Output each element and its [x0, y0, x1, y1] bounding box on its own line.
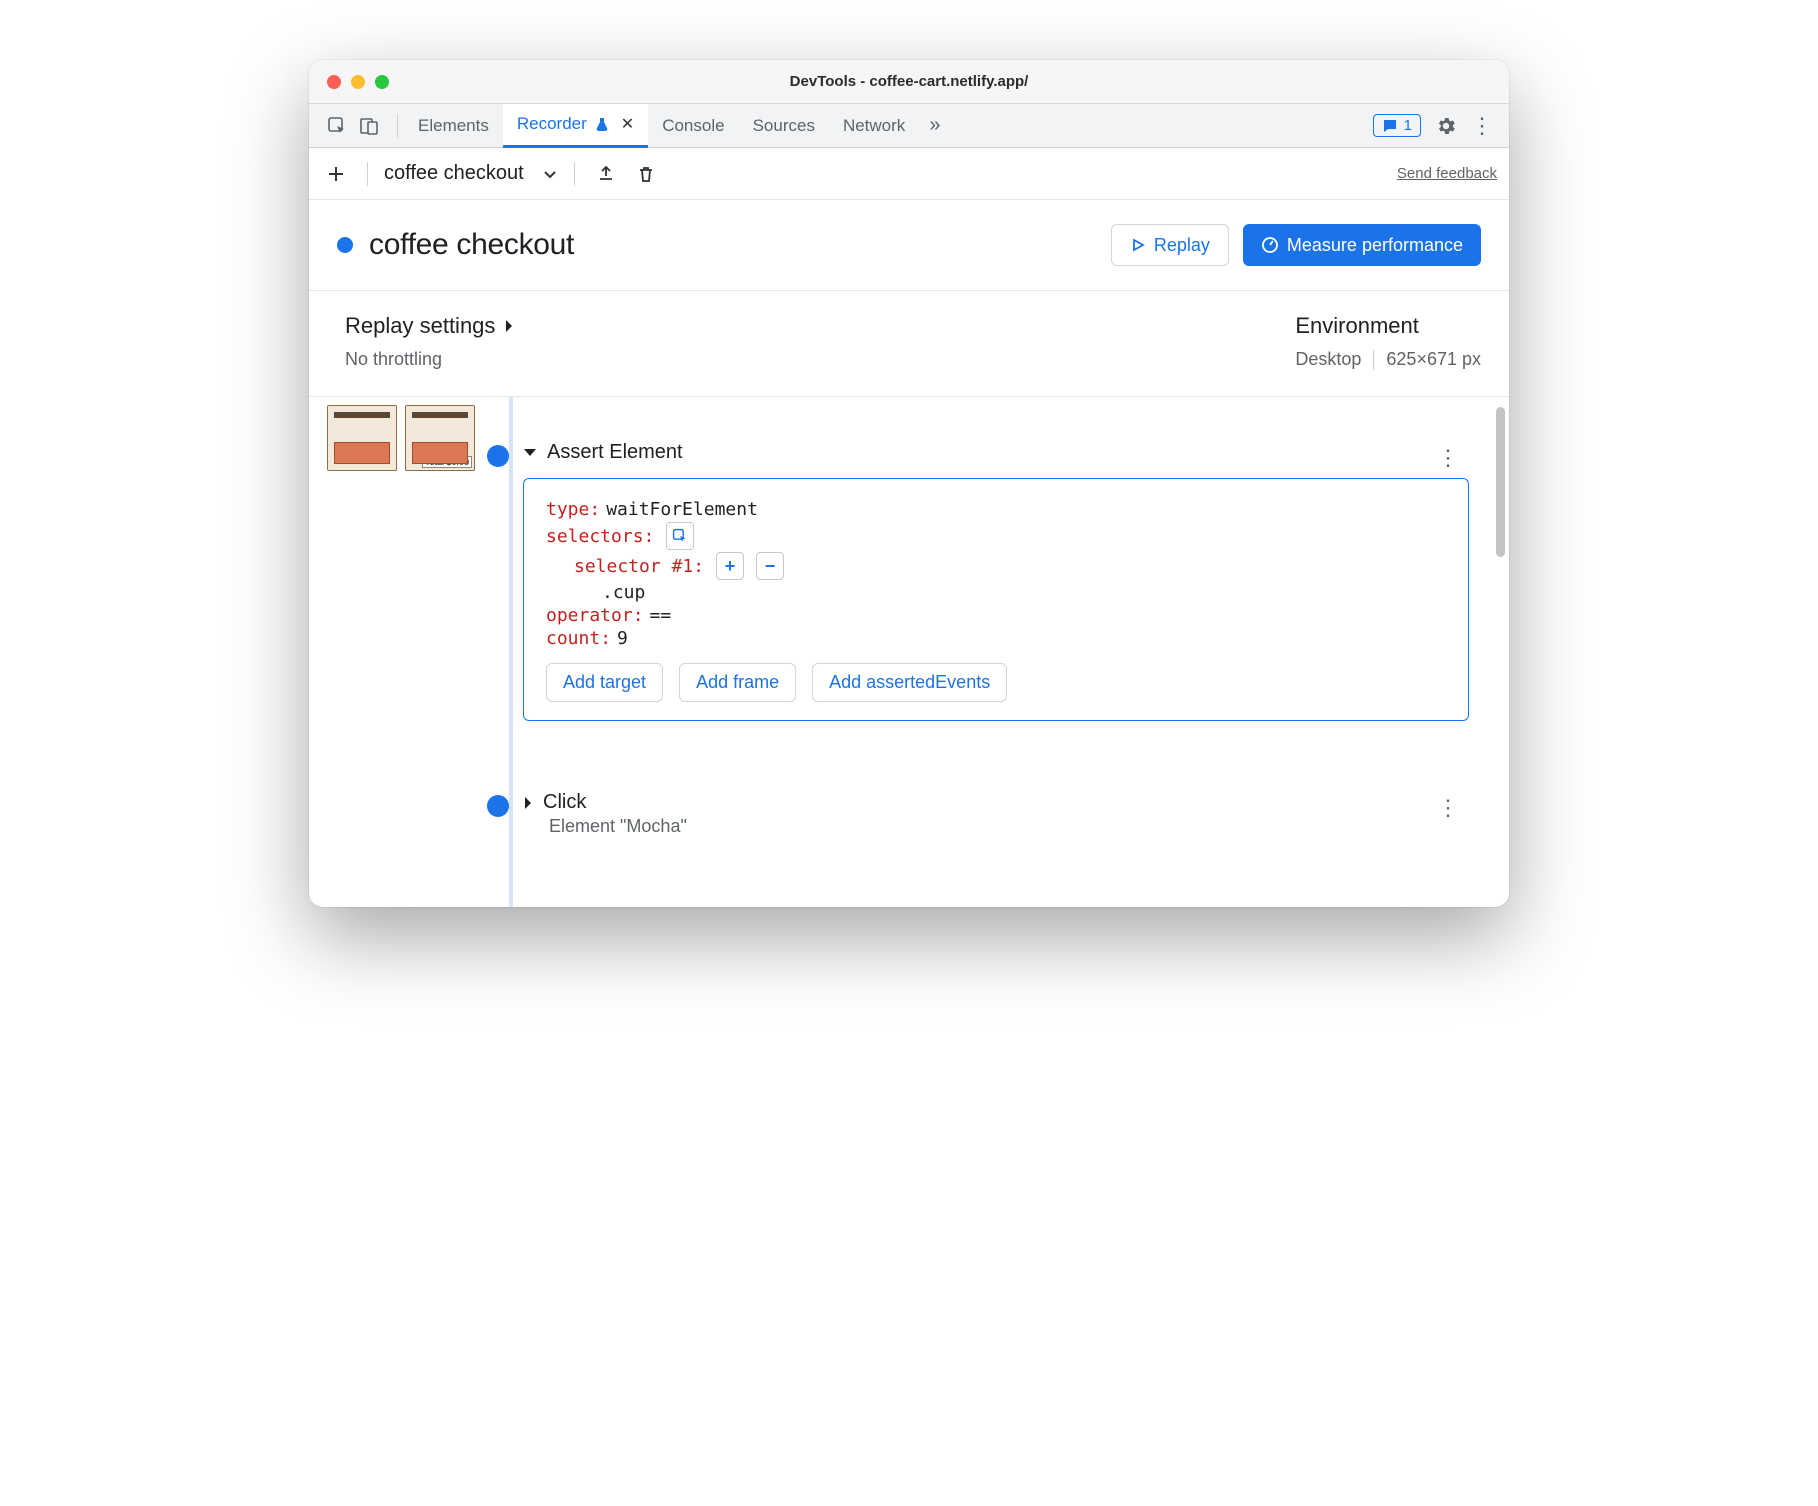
timeline-node [487, 795, 509, 817]
divider [367, 162, 368, 186]
add-asserted-events-button[interactable]: Add assertedEvents [812, 663, 1007, 702]
chat-icon [1382, 118, 1398, 134]
scrollbar[interactable] [1496, 407, 1505, 557]
timeline-line [509, 397, 513, 907]
preview-thumbnail[interactable] [327, 405, 397, 471]
prop-key-operator: operator: [546, 605, 644, 626]
tab-recorder[interactable]: Recorder ✕ [503, 104, 648, 148]
tab-elements[interactable]: Elements [404, 104, 503, 148]
titlebar: DevTools - coffee-cart.netlify.app/ [309, 60, 1509, 104]
devtools-tabbar: Elements Recorder ✕ Console Sources Netw… [309, 104, 1509, 148]
recording-selector[interactable]: coffee checkout [384, 162, 558, 185]
messages-count: 1 [1404, 117, 1412, 134]
step-assert-element: Assert Element type: waitForElement sele… [523, 441, 1469, 721]
flask-icon [595, 117, 609, 131]
window-title: DevTools - coffee-cart.netlify.app/ [309, 73, 1509, 90]
messages-badge[interactable]: 1 [1373, 114, 1421, 137]
window-minimize-button[interactable] [351, 75, 365, 89]
close-tab-icon[interactable]: ✕ [621, 114, 634, 134]
more-tabs-icon[interactable]: » [919, 114, 950, 137]
remove-selector-button[interactable]: − [756, 552, 784, 580]
prop-key-count: count: [546, 628, 611, 649]
environment-device: Desktop [1295, 349, 1361, 370]
window-close-button[interactable] [327, 75, 341, 89]
selector-value[interactable]: .cup [602, 582, 645, 603]
send-feedback-link[interactable]: Send feedback [1397, 165, 1497, 182]
add-target-button[interactable]: Add target [546, 663, 663, 702]
recorder-toolbar: coffee checkout Send feedback [309, 148, 1509, 200]
chevron-right-icon [503, 319, 515, 333]
device-toolbar-icon[interactable] [359, 116, 379, 136]
recording-name: coffee checkout [384, 162, 524, 185]
devtools-window: DevTools - coffee-cart.netlify.app/ Elem… [309, 60, 1509, 907]
window-zoom-button[interactable] [375, 75, 389, 89]
divider [574, 162, 575, 186]
chevron-down-icon [523, 447, 537, 459]
new-recording-button[interactable] [321, 159, 351, 189]
environment-heading: Environment [1295, 313, 1481, 339]
add-selector-button[interactable]: + [716, 552, 744, 580]
chevron-right-icon [523, 796, 533, 810]
settings-row: Replay settings No throttling Environmen… [309, 291, 1509, 397]
delete-button[interactable] [631, 159, 661, 189]
preview-thumbnail[interactable]: Total $0.00 [405, 405, 475, 471]
step-header[interactable]: Assert Element [523, 441, 1469, 464]
prop-val-operator[interactable]: == [650, 605, 672, 626]
gauge-icon [1261, 236, 1279, 254]
replay-settings-toggle[interactable]: Replay settings [345, 313, 515, 339]
step-details: type: waitForElement selectors: selector… [523, 478, 1469, 721]
steps-panel: Total $0.00 ⋮ Assert Element type: waitF… [309, 397, 1509, 907]
step-subtitle: Element "Mocha" [549, 816, 1469, 837]
window-controls [327, 75, 389, 89]
divider [397, 114, 398, 138]
export-button[interactable] [591, 159, 621, 189]
inspect-element-icon[interactable] [327, 116, 347, 136]
tab-network[interactable]: Network [829, 104, 919, 148]
play-icon [1130, 237, 1146, 253]
status-dot-icon [337, 237, 353, 253]
preview-thumbnails: Total $0.00 [327, 405, 475, 471]
timeline-node [487, 445, 509, 467]
kebab-menu-icon[interactable]: ⋮ [1471, 113, 1493, 139]
step-title: Click [543, 791, 586, 814]
prop-key-selector-1: selector #1: [574, 556, 704, 577]
step-click: Click Element "Mocha" [523, 791, 1469, 837]
recording-title: coffee checkout [369, 228, 574, 262]
throttling-value: No throttling [345, 349, 515, 370]
measure-performance-button[interactable]: Measure performance [1243, 224, 1481, 266]
pick-selector-button[interactable] [666, 522, 694, 550]
tab-sources[interactable]: Sources [739, 104, 829, 148]
prop-val-type[interactable]: waitForElement [606, 499, 758, 520]
prop-key-type: type: [546, 499, 600, 520]
step-header[interactable]: Click [523, 791, 1469, 814]
tab-console[interactable]: Console [648, 104, 738, 148]
step-title: Assert Element [547, 441, 683, 464]
environment-dimensions: 625×671 px [1386, 349, 1481, 370]
divider [1373, 350, 1374, 370]
prop-val-count[interactable]: 9 [617, 628, 628, 649]
prop-key-selectors: selectors: [546, 526, 654, 547]
recording-header: coffee checkout Replay Measure performan… [309, 200, 1509, 291]
replay-button[interactable]: Replay [1111, 224, 1229, 266]
chevron-down-icon [542, 166, 558, 182]
add-frame-button[interactable]: Add frame [679, 663, 796, 702]
settings-gear-icon[interactable] [1435, 115, 1457, 137]
